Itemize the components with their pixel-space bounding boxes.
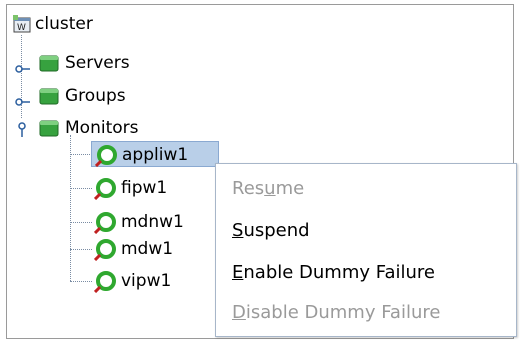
monitor-status-icon (93, 239, 116, 269)
menu-item-text: isable Dummy Failure (245, 302, 441, 323)
svg-text:W: W (17, 23, 26, 33)
tree-item-vipw1[interactable]: vipw1 (91, 268, 219, 294)
menu-item-text: Res (232, 178, 265, 199)
tree-guide-monitors (70, 135, 71, 281)
menu-item-text: uspend (243, 220, 310, 241)
collapse-handle-icon[interactable] (15, 120, 29, 146)
tree-item-mdnw1[interactable]: mdnw1 (91, 209, 219, 235)
expand-handle-icon[interactable] (15, 57, 31, 83)
tree-connector (70, 249, 92, 250)
tree-node-label: Monitors (65, 118, 139, 138)
menu-item-disable-dummy-failure[interactable]: Disable Dummy Failure (232, 298, 440, 328)
folder-icon (39, 119, 59, 145)
tree-item-label: appliw1 (122, 145, 189, 165)
tree-item-mdw1[interactable]: mdw1 (91, 236, 219, 262)
tree-item-label: mdw1 (121, 239, 174, 259)
tree-node-groups[interactable]: Groups (13, 83, 203, 109)
menu-item-mnemonic: S (232, 220, 244, 241)
tree-node-servers[interactable]: Servers (13, 50, 203, 76)
tree-node-monitors[interactable]: Monitors (13, 115, 203, 141)
tree-item-appliw1[interactable]: appliw1 (91, 141, 219, 168)
tree-node-label: Groups (65, 86, 126, 106)
menu-item-text: me (275, 178, 305, 199)
tree-item-label: mdnw1 (121, 212, 184, 232)
folder-icon (39, 54, 59, 80)
tree-root-label: cluster (35, 14, 93, 34)
monitor-status-icon (93, 271, 116, 301)
tree-connector (70, 222, 92, 223)
menu-item-enable-dummy-failure[interactable]: Enable Dummy Failure (232, 258, 435, 288)
tree-connector (70, 188, 92, 189)
menu-item-text: nable Dummy Failure (243, 262, 435, 283)
menu-item-resume[interactable]: Resume (232, 174, 304, 204)
menu-item-mnemonic: D (232, 302, 246, 323)
menu-item-mnemonic: u (264, 178, 276, 199)
tree-item-label: fipw1 (121, 178, 168, 198)
expand-handle-icon[interactable] (15, 90, 31, 116)
monitor-status-icon (94, 145, 117, 175)
tree-connector (70, 154, 92, 155)
menu-item-mnemonic: E (232, 262, 244, 283)
folder-icon (39, 87, 59, 113)
tree-node-label: Servers (65, 53, 130, 73)
menu-item-suspend[interactable]: Suspend (232, 216, 310, 246)
tree-connector (70, 281, 92, 282)
monitor-status-icon (93, 178, 116, 208)
tree-item-label: vipw1 (121, 271, 172, 291)
tree-item-fipw1[interactable]: fipw1 (91, 175, 219, 201)
tree-root-cluster[interactable]: W cluster (11, 11, 171, 37)
cluster-icon: W (13, 15, 31, 41)
context-menu: Resume Suspend Enable Dummy Failure Disa… (215, 163, 517, 337)
